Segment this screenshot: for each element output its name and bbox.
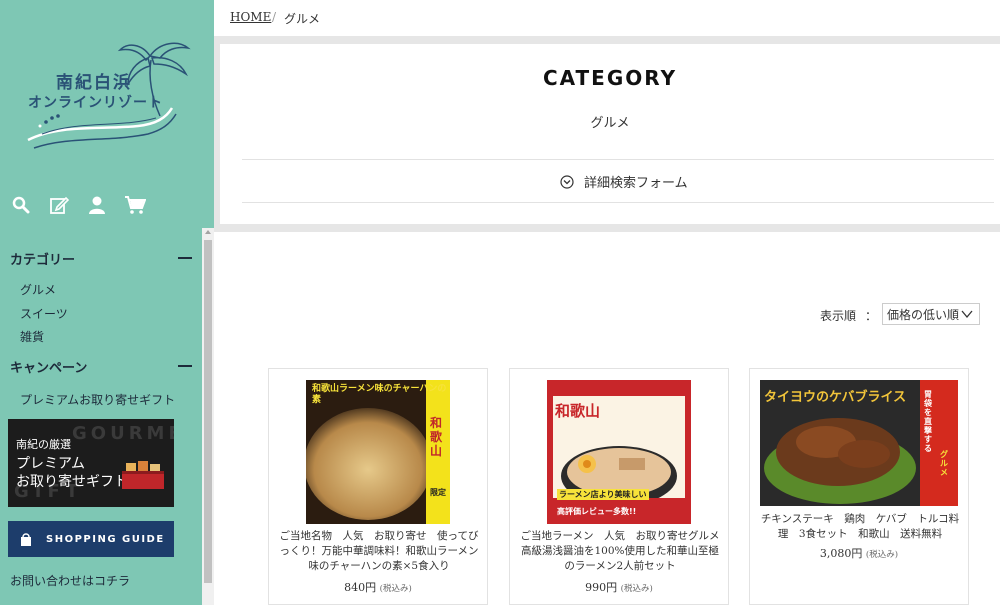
header-icon-row — [10, 192, 150, 218]
chevron-down-icon — [961, 310, 973, 319]
campaign-section-toggle[interactable]: キャンペーン — [10, 356, 192, 376]
category-name: グルメ — [590, 116, 630, 131]
sort-selected-value: 価格の低い順 — [887, 307, 960, 322]
banner-text-line1: 南紀の厳選 — [16, 438, 71, 451]
product-image[interactable]: 和歌山ラーメン味のチャーハンの素 和歌山 限定 — [306, 380, 450, 524]
site-logo[interactable]: 南紀白浜 オンラインリゾート — [20, 38, 195, 156]
product-price: 990円 (税込み) — [510, 579, 728, 595]
sidebar-item-gourmet[interactable]: グルメ — [20, 281, 56, 298]
tax-note: (税込み) — [379, 584, 412, 594]
product-image-banner: 和歌山ラーメン味のチャーハンの素 — [312, 384, 447, 405]
product-image-banner: ラーメン店より美味しい — [557, 489, 649, 500]
logo-text-line1: 南紀白浜 — [56, 73, 132, 93]
product-image[interactable]: タイヨウのケバブライス 胃袋を直撃する グルメ — [760, 380, 958, 506]
product-card[interactable]: 和歌山ラーメン味のチャーハンの素 和歌山 限定 ご当地名物 人気 お取り寄せ 使… — [268, 368, 488, 605]
shopping-guide-button[interactable]: SHOPPING GUIDE — [8, 521, 174, 557]
product-price: 840円 (税込み) — [269, 579, 487, 595]
collapse-minus-icon — [178, 257, 192, 259]
price-value: 840円 — [344, 581, 377, 594]
banner-bg-text-gourmet: GOURMET — [72, 423, 174, 444]
banner-text-line2: プレミアム — [16, 456, 86, 472]
premium-gift-banner[interactable]: GOURMET GIFT 南紀の厳選 プレミアム お取り寄せギフト — [8, 419, 174, 507]
category-section-toggle[interactable]: カテゴリー — [10, 248, 192, 268]
sidebar: 南紀白浜 オンラインリゾート カテゴリー グルメ スイーツ 雑貨 キャンペーン … — [0, 0, 214, 605]
cart-icon[interactable] — [124, 194, 146, 216]
contact-link[interactable]: お問い合わせはコチラ — [10, 572, 130, 589]
sort-colon: ： — [865, 309, 878, 323]
product-description[interactable]: ご当地名物 人気 お取り寄せ 使ってびっくり！万能中華調味料！和歌山ラーメン味の… — [279, 529, 479, 574]
chevron-down-circle-icon — [560, 174, 574, 189]
breadcrumb: HOME / グルメ — [214, 0, 1000, 36]
gift-box-image — [122, 461, 164, 489]
search-icon[interactable] — [10, 194, 32, 216]
category-header-panel: CATEGORY グルメ 詳細検索フォーム — [220, 44, 1000, 224]
breadcrumb-home-link[interactable]: HOME — [230, 10, 271, 24]
tax-note: (税込み) — [620, 584, 653, 594]
product-image-tag: 高評価レビュー多数!! — [557, 507, 637, 516]
product-card[interactable]: 和歌山 ラーメン店より美味しい 高評価レビュー多数!! ご当地ラーメン 人気 お… — [509, 368, 730, 605]
sidebar-item-goods[interactable]: 雑貨 — [20, 328, 44, 345]
breadcrumb-separator: / — [272, 10, 277, 24]
scrollbar-thumb[interactable] — [204, 240, 212, 583]
shopping-guide-label: SHOPPING GUIDE — [46, 533, 165, 545]
tax-note: (税込み) — [865, 550, 899, 560]
price-value: 3,080円 — [819, 547, 863, 560]
logo-text-line2: オンラインリゾート — [28, 95, 163, 111]
product-price: 3,080円 (税込み) — [750, 545, 968, 561]
product-description[interactable]: ご当地ラーメン 人気 お取り寄せグルメ 高級湯浅醤油を100%使用した和華山至極… — [520, 529, 730, 574]
advanced-search-label: 詳細検索フォーム — [584, 176, 688, 191]
product-list-panel: 表示順 ： 価格の低い順 和歌山ラーメン味のチャーハンの素 和歌山 限定 ご当地 — [214, 232, 1000, 605]
product-image-banner: 胃袋を直撃する — [924, 390, 932, 453]
divider — [242, 159, 994, 160]
bag-icon — [21, 533, 31, 546]
collapse-minus-icon — [178, 365, 192, 367]
advanced-search-toggle[interactable]: 詳細検索フォーム — [560, 172, 688, 191]
page-title: CATEGORY — [542, 66, 678, 90]
campaign-section-heading: キャンペーン — [10, 360, 88, 376]
sort-label: 表示順 — [820, 309, 857, 323]
sidebar-item-sweets[interactable]: スイーツ — [20, 305, 68, 322]
product-image-tag: グルメ — [940, 450, 948, 477]
product-image[interactable]: 和歌山 ラーメン店より美味しい 高評価レビュー多数!! — [547, 380, 691, 524]
user-icon[interactable] — [86, 194, 108, 216]
product-image-text: タイヨウのケバブライス — [764, 390, 907, 405]
price-value: 990円 — [585, 581, 618, 594]
sidebar-item-premium-gift[interactable]: プレミアムお取り寄せギフト — [20, 391, 175, 408]
scroll-up-arrow-icon[interactable] — [205, 230, 211, 234]
main-content: HOME / グルメ CATEGORY グルメ 詳細検索フォーム 表示順 ： 価… — [214, 0, 1000, 605]
sidebar-scrollbar[interactable] — [202, 228, 214, 605]
banner-text-line3: お取り寄せギフト — [16, 474, 128, 490]
product-card[interactable]: タイヨウのケバブライス 胃袋を直撃する グルメ チキンステーキ 鶏肉 ケバブ ト… — [749, 368, 969, 605]
edit-icon[interactable] — [48, 194, 70, 216]
product-description[interactable]: チキンステーキ 鶏肉 ケバブ トルコ料理 3食セット 和歌山 送料無料 — [760, 512, 960, 542]
product-image-text: 和歌山 — [555, 402, 601, 420]
sort-order-select[interactable]: 価格の低い順 — [882, 303, 980, 325]
category-section-heading: カテゴリー — [10, 252, 76, 268]
divider — [242, 202, 994, 203]
breadcrumb-current: グルメ — [284, 12, 321, 26]
product-image-tag: 限定 — [430, 488, 446, 497]
product-image-text: 和歌山 — [430, 416, 443, 458]
